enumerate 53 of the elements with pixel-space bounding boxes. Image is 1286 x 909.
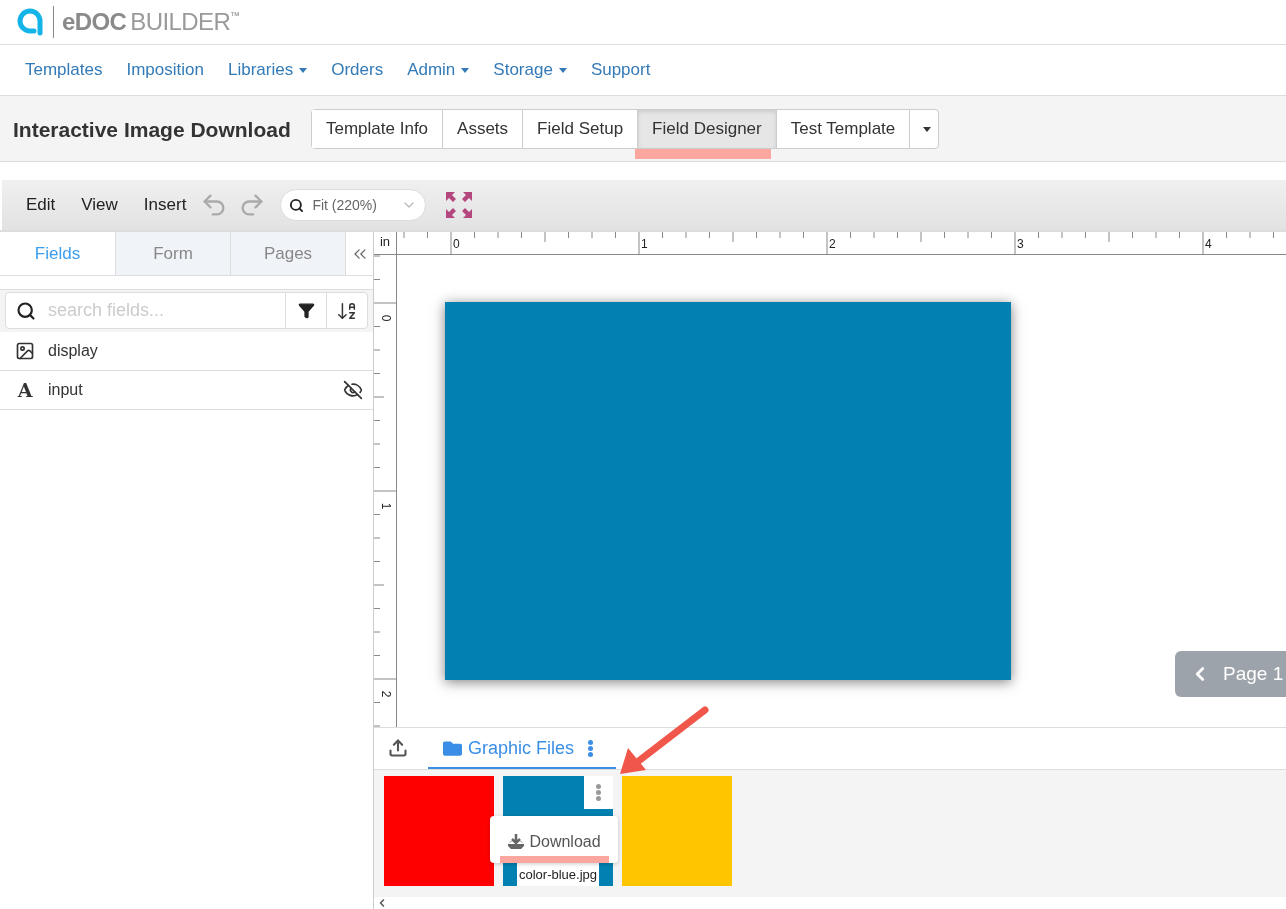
logo-icon: [15, 7, 45, 37]
ruler-label: 1: [380, 502, 393, 510]
panel-tab[interactable]: Pages: [230, 232, 345, 275]
field-row[interactable]: A input: [0, 371, 373, 410]
ruler-label: 2: [829, 237, 836, 251]
search-icon: [16, 300, 36, 321]
ruler-label: 0: [453, 237, 460, 251]
menu-button[interactable]: View: [81, 192, 118, 218]
folder-icon: [443, 738, 462, 758]
panel-tab[interactable]: Form: [115, 232, 230, 275]
nav-link[interactable]: Admin: [407, 57, 470, 83]
ruler-label: 2: [380, 690, 393, 698]
logo-brand: eDOC: [62, 7, 127, 37]
file-thumbnail[interactable]: [384, 776, 494, 886]
nav-link[interactable]: Support: [590, 57, 651, 83]
caret-icon: [299, 67, 308, 73]
caret-icon: [461, 67, 470, 73]
menu-button[interactable]: Insert: [143, 192, 187, 218]
nav-link[interactable]: Imposition: [126, 57, 204, 83]
more-button[interactable]: [584, 776, 613, 809]
file-name: color-blue.jpg: [517, 863, 599, 886]
dots-icon: [596, 784, 601, 801]
file-thumbnail[interactable]: [622, 776, 732, 886]
field-name: input: [48, 380, 84, 400]
dots-icon: [588, 739, 594, 757]
nav-link[interactable]: Templates: [25, 57, 103, 83]
menu-button[interactable]: Edit: [26, 192, 56, 218]
nav-link[interactable]: Storage: [493, 57, 567, 83]
text-icon: A: [17, 380, 33, 400]
search-icon: [289, 197, 305, 213]
field-row[interactable]: display: [0, 332, 373, 371]
fullscreen-icon[interactable]: [446, 192, 473, 218]
zoom-select[interactable]: Fit (220%): [280, 189, 427, 221]
logo-product: BUILDER: [130, 7, 231, 37]
filter-icon: [297, 302, 315, 319]
upload-icon[interactable]: [388, 738, 408, 758]
designer-tab[interactable]: Template Info: [312, 110, 444, 148]
menu-item[interactable]: Download: [507, 830, 601, 854]
ruler-label: 4: [1205, 237, 1212, 251]
nav-link[interactable]: Libraries: [227, 57, 308, 83]
ruler-label: 3: [1017, 237, 1024, 251]
ruler-label: 1: [641, 237, 648, 251]
ruler-unit: in: [379, 235, 391, 251]
ruler-label: 0: [380, 314, 393, 322]
field-name: display: [48, 341, 99, 361]
caret-icon: [923, 126, 932, 132]
page-title: Interactive Image Download: [13, 118, 291, 141]
caret-icon: [558, 67, 567, 73]
designer-tab[interactable]: Field Designer: [638, 110, 777, 148]
nav-link[interactable]: Orders: [331, 57, 384, 83]
image-icon: [15, 341, 35, 361]
download-icon: [507, 834, 526, 850]
trademark-mark: ™: [230, 9, 241, 23]
